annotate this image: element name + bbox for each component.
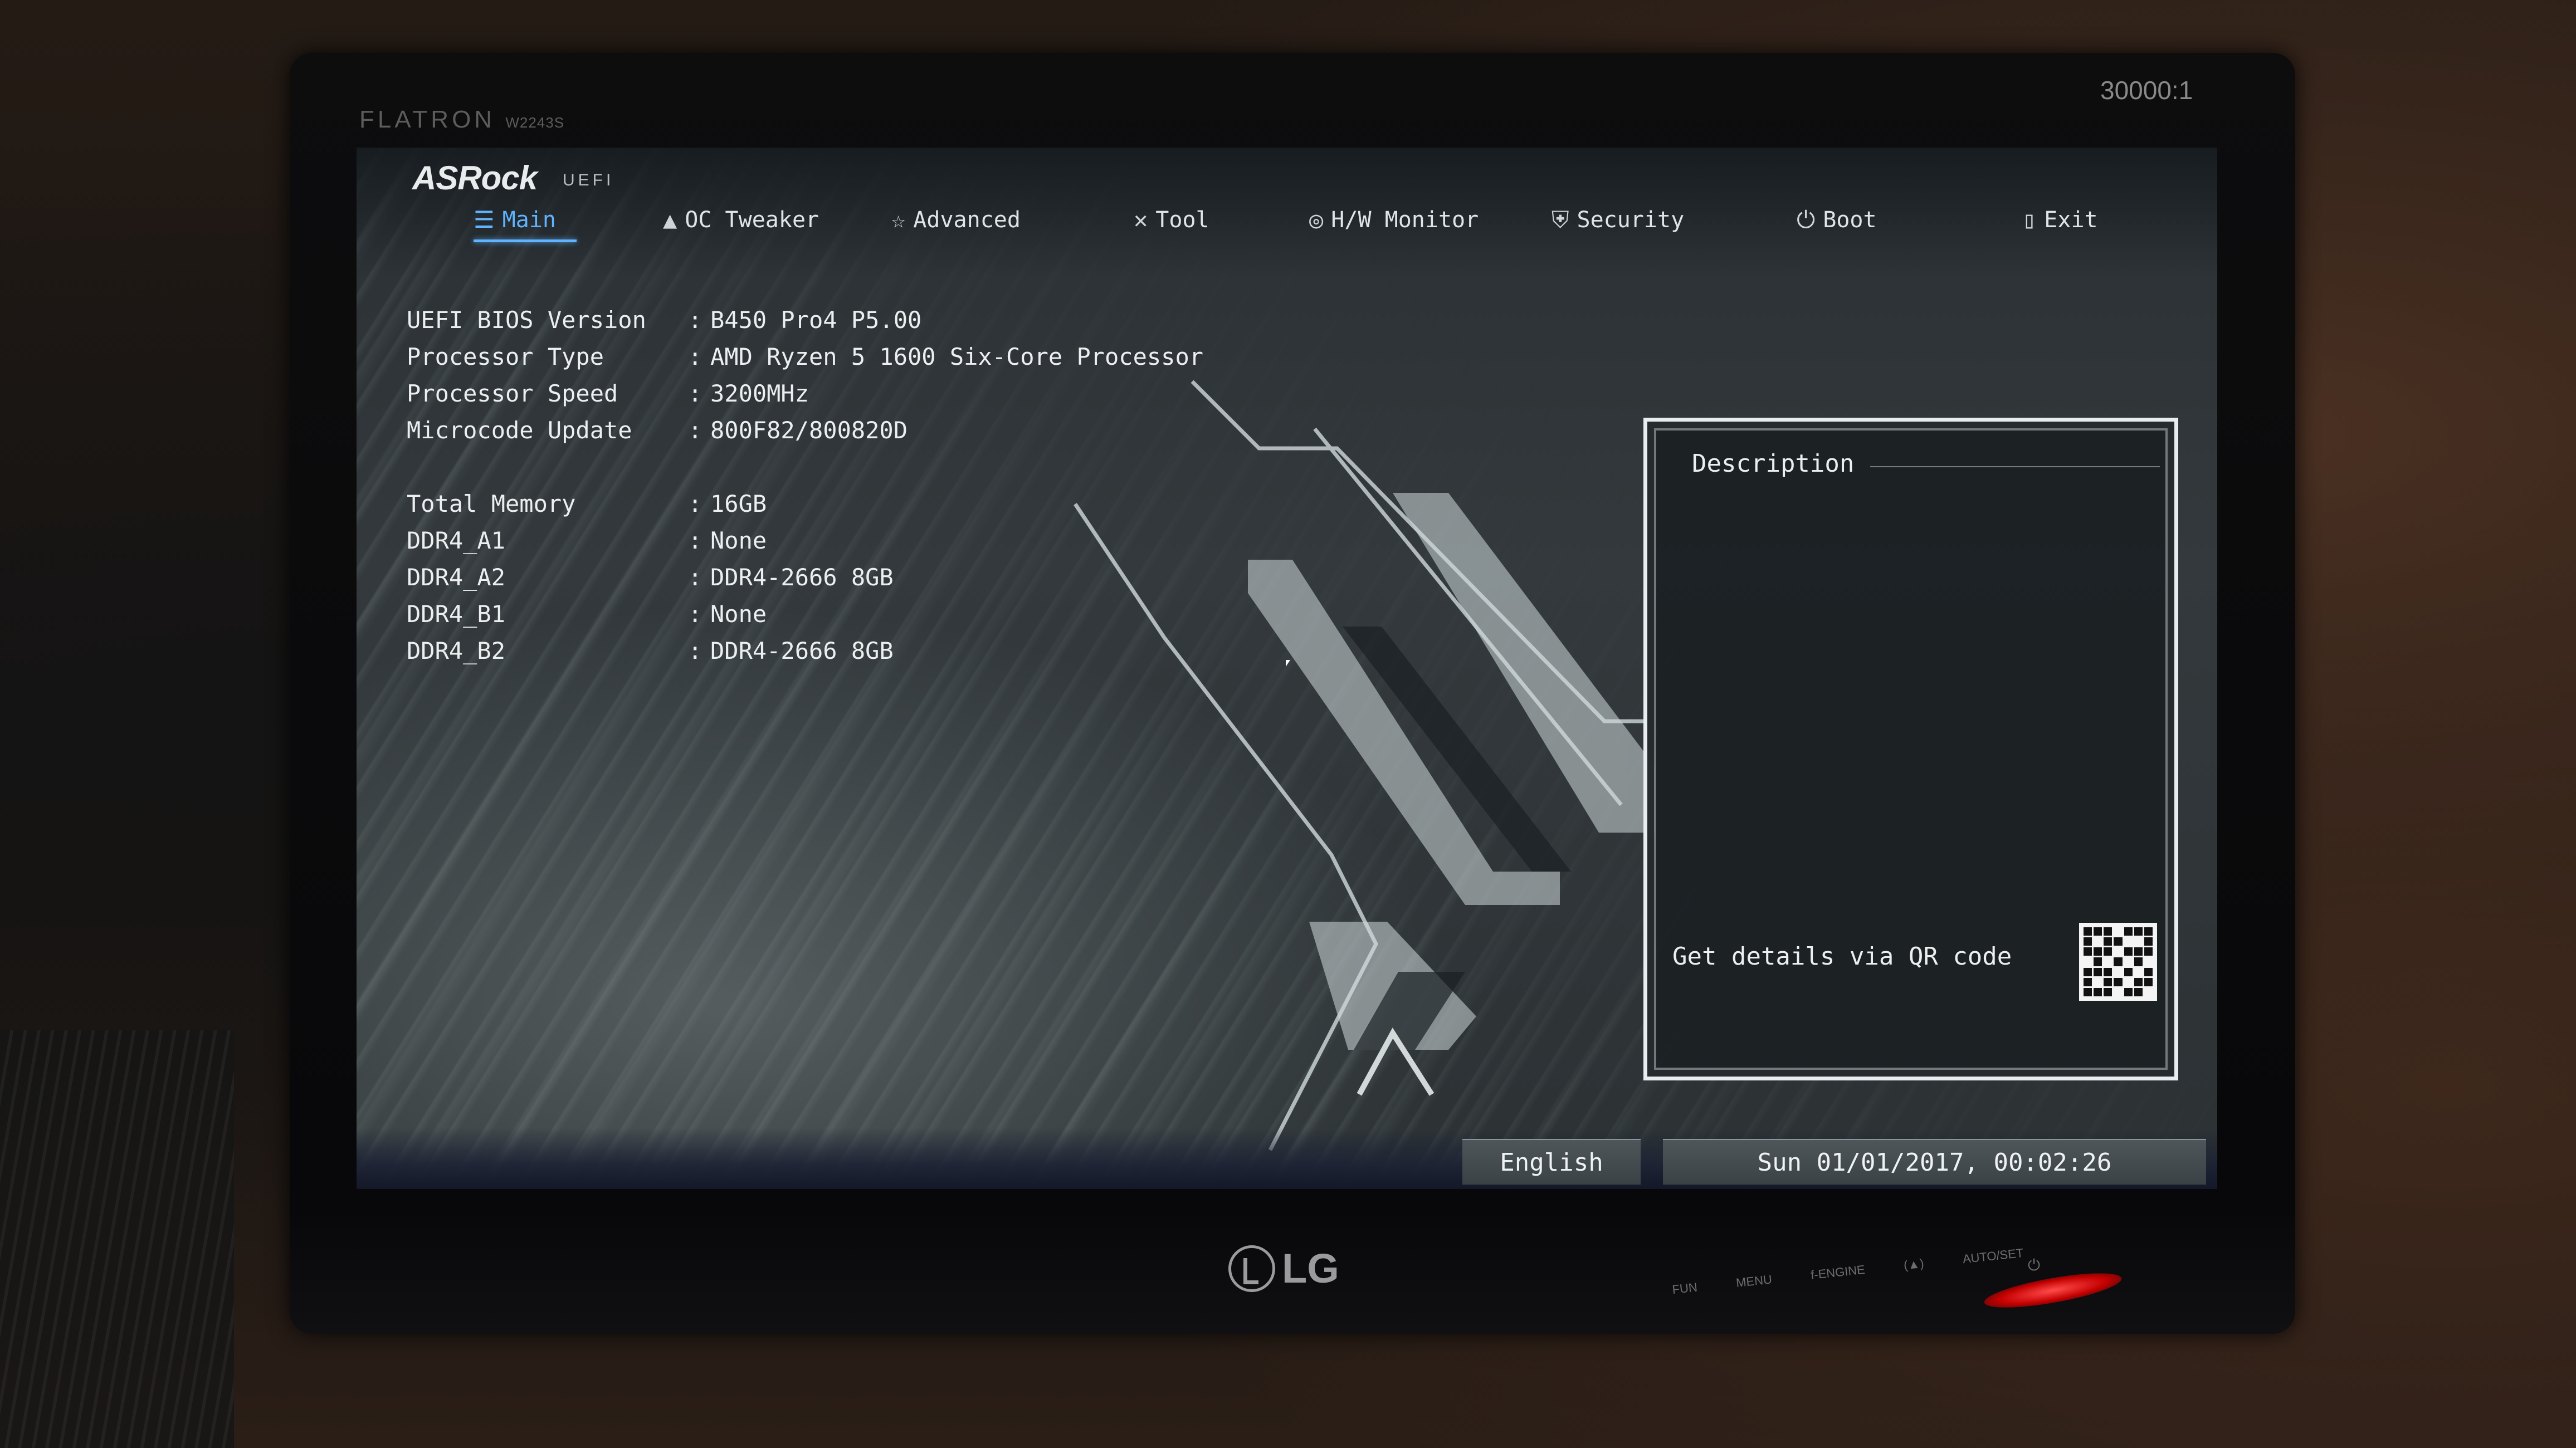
tab-exit-label: Exit [2044, 207, 2098, 233]
list-icon: ☰ [474, 206, 495, 233]
mouse-cursor-icon [1286, 660, 1290, 667]
tab-advanced-label: Advanced [913, 207, 1021, 233]
tab-main-label: Main [502, 207, 556, 233]
language-selector[interactable]: English [1462, 1139, 1641, 1185]
info-label: DDR4_A2 [407, 564, 506, 591]
description-title: Description [1692, 449, 1855, 478]
info-value: None [710, 600, 767, 628]
info-label: UEFI BIOS Version [407, 306, 646, 334]
info-value: 16GB [710, 490, 767, 517]
qr-code-icon[interactable] [2079, 923, 2157, 1001]
info-label: DDR4_B1 [407, 600, 506, 628]
uefi-label: UEFI [563, 171, 614, 189]
rocket-icon: ▲ [663, 206, 677, 233]
description-divider [1870, 466, 2160, 467]
info-label: Microcode Update [407, 417, 632, 444]
monitor-contrast-value: 30000:1 [2100, 76, 2193, 105]
monitor-button-up[interactable]: (▲) [1903, 1256, 1925, 1273]
tab-tool-label: Tool [1155, 207, 1209, 233]
info-colon: : [688, 306, 702, 334]
info-value: 3200MHz [710, 380, 809, 407]
tab-exit[interactable]: ▯ Exit [2022, 206, 2098, 233]
star-icon: ☆ [891, 206, 906, 233]
info-colon: : [688, 527, 702, 554]
tab-oc-tweaker-label: OC Tweaker [685, 207, 819, 233]
tab-oc-tweaker[interactable]: ▲ OC Tweaker [663, 206, 819, 233]
info-value: AMD Ryzen 5 1600 Six-Core Processor [710, 343, 1204, 370]
info-label: DDR4_A1 [407, 527, 506, 554]
info-label: Processor Type [407, 343, 604, 370]
monitor-power-icon: ⏻ [2028, 1256, 2041, 1274]
tab-security[interactable]: ⛨ Security [1552, 206, 1684, 234]
monitor-model: W2243S [505, 114, 565, 131]
tab-boot-label: Boot [1823, 207, 1877, 233]
system-datetime: Sun 01/01/2017, 00:02:26 [1663, 1139, 2206, 1185]
wall-left [0, 1030, 234, 1448]
info-colon: : [688, 380, 702, 407]
info-colon: : [688, 637, 702, 664]
exit-icon: ▯ [2022, 206, 2037, 233]
tab-boot[interactable]: ⏻ Boot [1797, 206, 1877, 234]
monitor-button-fun[interactable]: FUN [1671, 1280, 1698, 1297]
shield-icon: ⛨ [1552, 206, 1569, 233]
tab-security-label: Security [1577, 207, 1685, 233]
tools-icon: ✕ [1134, 206, 1148, 233]
tab-hw-monitor-label: H/W Monitor [1331, 207, 1479, 233]
monitor-icon: ◎ [1309, 206, 1324, 233]
info-label: Processor Speed [407, 380, 618, 407]
tab-tool[interactable]: ✕ Tool [1134, 206, 1209, 233]
info-label: DDR4_B2 [407, 637, 506, 664]
info-value: DDR4-2666 8GB [710, 637, 894, 664]
bios-screen: ASRock UEFI ☰ Main ▲ OC Tweaker ☆ Advanc… [357, 148, 2217, 1189]
monitor-brand: FLATRON W2243S [359, 106, 564, 134]
monitor-brand-name: FLATRON [359, 106, 496, 133]
monitor-contrast-badge: 30000:1 [2100, 75, 2193, 105]
language-label: English [1500, 1148, 1603, 1177]
power-icon: ⏻ [1797, 206, 1816, 233]
info-colon: : [688, 564, 702, 591]
decor-shapes [1248, 493, 1655, 1050]
decor-line-3 [1074, 503, 1378, 1151]
description-panel: Description Get details via QR code [1643, 418, 2178, 1080]
datetime-label: Sun 01/01/2017, 00:02:26 [1757, 1148, 2112, 1177]
info-colon: : [688, 343, 702, 370]
info-value: B450 Pro4 P5.00 [710, 306, 922, 334]
tab-main[interactable]: ☰ Main [474, 206, 556, 233]
main-nav: ☰ Main ▲ OC Tweaker ☆ Advanced ✕ Tool ◎ … [357, 200, 2217, 245]
info-value: None [710, 527, 767, 554]
info-colon: : [688, 417, 702, 444]
info-label: Total Memory [407, 490, 576, 517]
info-colon: : [688, 490, 702, 517]
info-value: 800F82/800820D [710, 417, 908, 444]
qr-code-label: Get details via QR code [1672, 942, 2012, 971]
tab-advanced[interactable]: ☆ Advanced [891, 206, 1021, 233]
info-colon: : [688, 600, 702, 628]
lg-logo: LG [1228, 1245, 1339, 1292]
tab-hw-monitor[interactable]: ◎ H/W Monitor [1309, 206, 1479, 233]
active-tab-indicator [474, 239, 577, 242]
info-value: DDR4-2666 8GB [710, 564, 894, 591]
lg-logo-icon [1228, 1245, 1275, 1292]
lg-logo-text: LG [1282, 1245, 1339, 1292]
asrock-logo: ASRock [412, 159, 538, 197]
